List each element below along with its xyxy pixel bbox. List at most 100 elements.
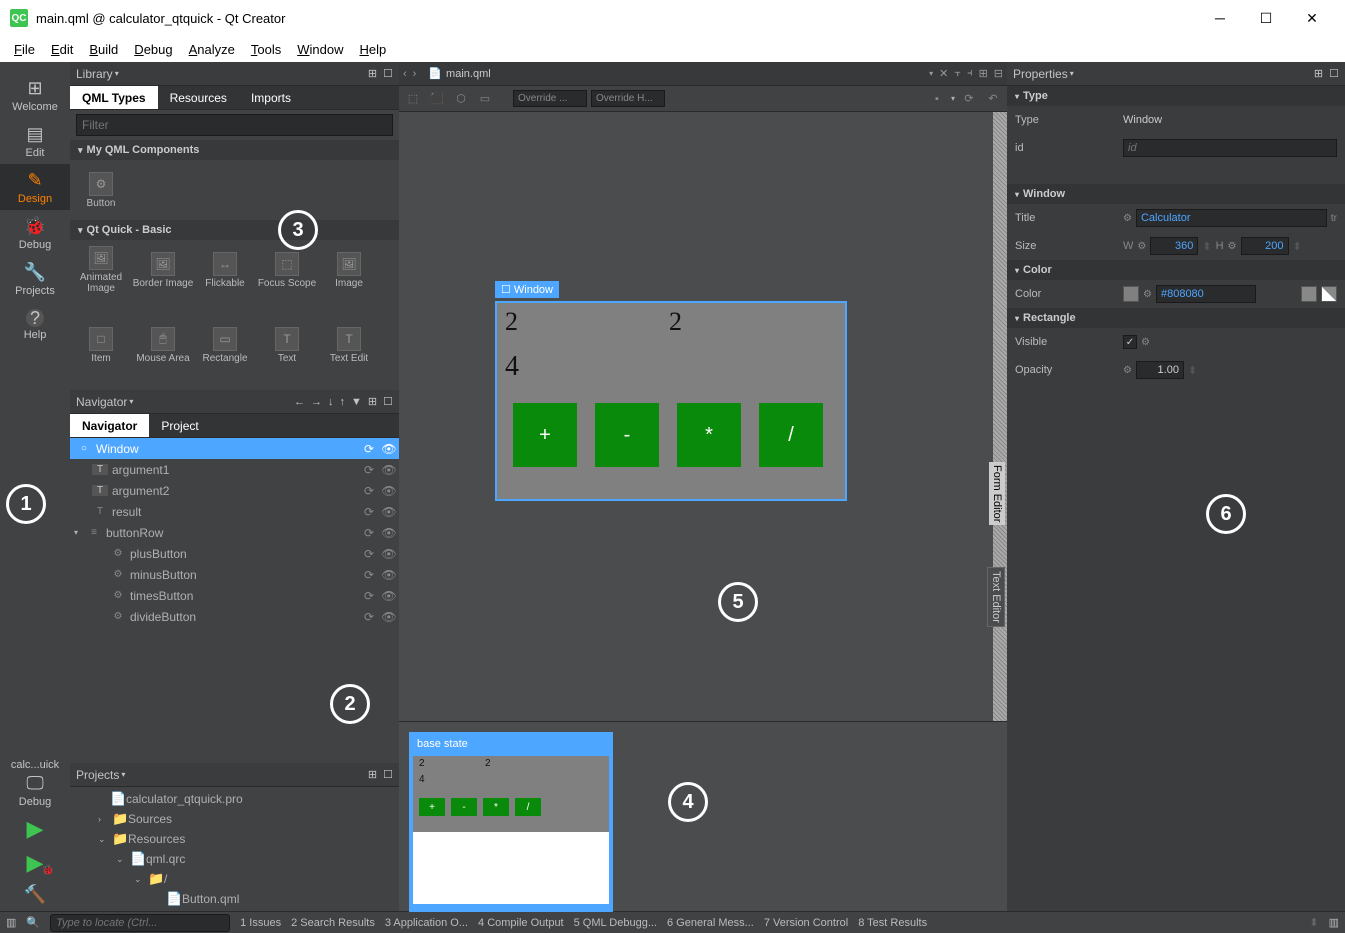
visible-checkbox[interactable]: ✓: [1123, 335, 1137, 349]
status-general-msg[interactable]: 6 General Mess...: [667, 917, 754, 929]
tool-2-icon[interactable]: ⬛: [427, 89, 447, 109]
tool-3-icon[interactable]: ⬡: [451, 89, 471, 109]
snap-icon[interactable]: ▪: [927, 89, 947, 109]
tab-qml-types[interactable]: QML Types: [70, 86, 158, 109]
tree-row-plusbutton[interactable]: ⚙plusButton⟳👁: [70, 543, 399, 564]
tree-row-window[interactable]: ○Window⟳👁: [70, 438, 399, 459]
menu-edit[interactable]: Edit: [43, 38, 81, 61]
qml-item-button[interactable]: ⚙Button: [70, 160, 132, 220]
status-app-output[interactable]: 3 Application O...: [385, 917, 468, 929]
split-h-icon[interactable]: ⫟: [954, 67, 961, 80]
override-select-1[interactable]: Override ...: [513, 90, 587, 107]
section-my-qml[interactable]: ▾My QML Components: [70, 140, 399, 160]
split-v-icon[interactable]: ⫞: [967, 67, 973, 80]
form-editor-tab[interactable]: Form Editor: [989, 462, 1005, 525]
qml-item-text[interactable]: TText: [256, 315, 318, 375]
menu-tools[interactable]: Tools: [243, 38, 289, 61]
locator-input[interactable]: [50, 914, 230, 932]
file-tab-mainqml[interactable]: 📄main.qml: [422, 65, 496, 82]
color-preview-1[interactable]: [1301, 286, 1317, 302]
qml-item-animated-image[interactable]: 🖼Animated Image: [70, 240, 132, 300]
section-rectangle[interactable]: ▾Rectangle: [1007, 308, 1345, 328]
run-button[interactable]: ▶: [0, 816, 70, 842]
props-close-icon[interactable]: ☐: [1329, 67, 1339, 80]
project-root-row[interactable]: ⌄📁/: [70, 869, 399, 889]
id-input[interactable]: [1123, 139, 1337, 157]
title-input[interactable]: [1136, 209, 1327, 227]
qml-item-rectangle[interactable]: ▭Rectangle: [194, 315, 256, 375]
tool-1-icon[interactable]: ⬚: [403, 89, 423, 109]
debug-run-button[interactable]: ▶🐞: [0, 850, 70, 876]
project-qmlqrc-row[interactable]: ⌄📄qml.qrc: [70, 849, 399, 869]
color-input[interactable]: [1156, 285, 1256, 303]
tree-row-minusbutton[interactable]: ⚙minusButton⟳👁: [70, 564, 399, 585]
mode-projects[interactable]: 🔧Projects: [0, 256, 70, 302]
close-button[interactable]: ✕: [1289, 0, 1335, 36]
width-input[interactable]: [1150, 237, 1198, 255]
remove-split-icon[interactable]: ⊟: [994, 67, 1003, 80]
tree-row-dividebutton[interactable]: ⚙divideButton⟳👁: [70, 606, 399, 627]
status-qml-debug[interactable]: 5 QML Debugg...: [574, 917, 657, 929]
menu-window[interactable]: Window: [289, 38, 351, 61]
mode-design[interactable]: ✎Design: [0, 164, 70, 210]
project-sources-row[interactable]: ›📁Sources: [70, 809, 399, 829]
section-window[interactable]: ▾Window: [1007, 184, 1345, 204]
menu-file[interactable]: File: [6, 38, 43, 61]
nav-down-icon[interactable]: ↓: [328, 396, 334, 408]
color-swatch[interactable]: [1123, 286, 1139, 302]
qml-item-mouse-area[interactable]: 🖱Mouse Area: [132, 315, 194, 375]
nav-next-icon[interactable]: ›: [413, 68, 417, 80]
nav-close-icon[interactable]: ☐: [383, 395, 393, 408]
tree-row-argument1[interactable]: Targument1⟳👁: [70, 459, 399, 480]
nav-up-icon[interactable]: ↑: [340, 396, 346, 408]
qml-item-focus-scope[interactable]: ⬚Focus Scope: [256, 240, 318, 300]
preview-argument2[interactable]: 2: [669, 307, 682, 337]
nav-filter-icon[interactable]: ▼: [351, 396, 362, 408]
project-resources-row[interactable]: ⌄📁Resources: [70, 829, 399, 849]
projects-split-icon[interactable]: ⊞: [368, 768, 377, 781]
status-search-results[interactable]: 2 Search Results: [291, 917, 375, 929]
qml-item-image[interactable]: 🖼Image: [318, 240, 380, 300]
menu-analyze[interactable]: Analyze: [181, 38, 243, 61]
projects-close-icon[interactable]: ☐: [383, 768, 393, 781]
tab-navigator[interactable]: Navigator: [70, 414, 149, 437]
nav-prev-icon[interactable]: ‹: [403, 68, 407, 80]
project-file-row[interactable]: 📄calculator_qtquick.pro: [70, 789, 399, 809]
tab-resources[interactable]: Resources: [158, 86, 239, 109]
preview-minus-button[interactable]: -: [595, 403, 659, 467]
build-button[interactable]: 🔨: [0, 884, 70, 905]
library-filter-input[interactable]: [76, 114, 393, 136]
tree-row-timesbutton[interactable]: ⚙timesButton⟳👁: [70, 585, 399, 606]
undo-icon[interactable]: ↶: [983, 89, 1003, 109]
toggle-sidebar-icon[interactable]: ▥: [6, 916, 16, 929]
qml-item-flickable[interactable]: ↔Flickable: [194, 240, 256, 300]
toggle-right-sidebar-icon[interactable]: ▥: [1329, 916, 1339, 929]
height-input[interactable]: [1241, 237, 1289, 255]
tool-4-icon[interactable]: ▭: [475, 89, 495, 109]
close-file-icon[interactable]: ✕: [939, 67, 948, 80]
base-state-thumb[interactable]: base state 2 2 4 + - * /: [409, 732, 613, 912]
menu-debug[interactable]: Debug: [126, 38, 180, 61]
maximize-button[interactable]: ☐: [1243, 0, 1289, 36]
menu-help[interactable]: Help: [351, 38, 394, 61]
tree-row-result[interactable]: Tresult⟳👁: [70, 501, 399, 522]
props-split-icon[interactable]: ⊞: [1314, 67, 1323, 80]
menu-build[interactable]: Build: [81, 38, 126, 61]
preview-times-button[interactable]: *: [677, 403, 741, 467]
mode-help[interactable]: ?Help: [0, 302, 70, 348]
nav-back-icon[interactable]: ←: [294, 396, 305, 408]
section-type[interactable]: ▾Type: [1007, 86, 1345, 106]
mode-debug[interactable]: 🐞Debug: [0, 210, 70, 256]
nav-fwd-icon[interactable]: →: [311, 396, 322, 408]
mode-welcome[interactable]: ⊞Welcome: [0, 72, 70, 118]
design-canvas[interactable]: ☐Window 2 2 4 + - * / Form Editor Text E…: [399, 112, 1007, 721]
preview-argument1[interactable]: 2: [505, 307, 518, 337]
section-qtquick-basic[interactable]: ▾Qt Quick - Basic: [70, 220, 399, 240]
tab-project[interactable]: Project: [149, 414, 210, 437]
qml-item-text-edit[interactable]: TText Edit: [318, 315, 380, 375]
qml-item-item[interactable]: □Item: [70, 315, 132, 375]
split-icon[interactable]: ⊞: [368, 67, 377, 80]
tab-imports[interactable]: Imports: [239, 86, 303, 109]
preview-result[interactable]: 4: [505, 351, 519, 383]
color-preview-2[interactable]: [1321, 286, 1337, 302]
